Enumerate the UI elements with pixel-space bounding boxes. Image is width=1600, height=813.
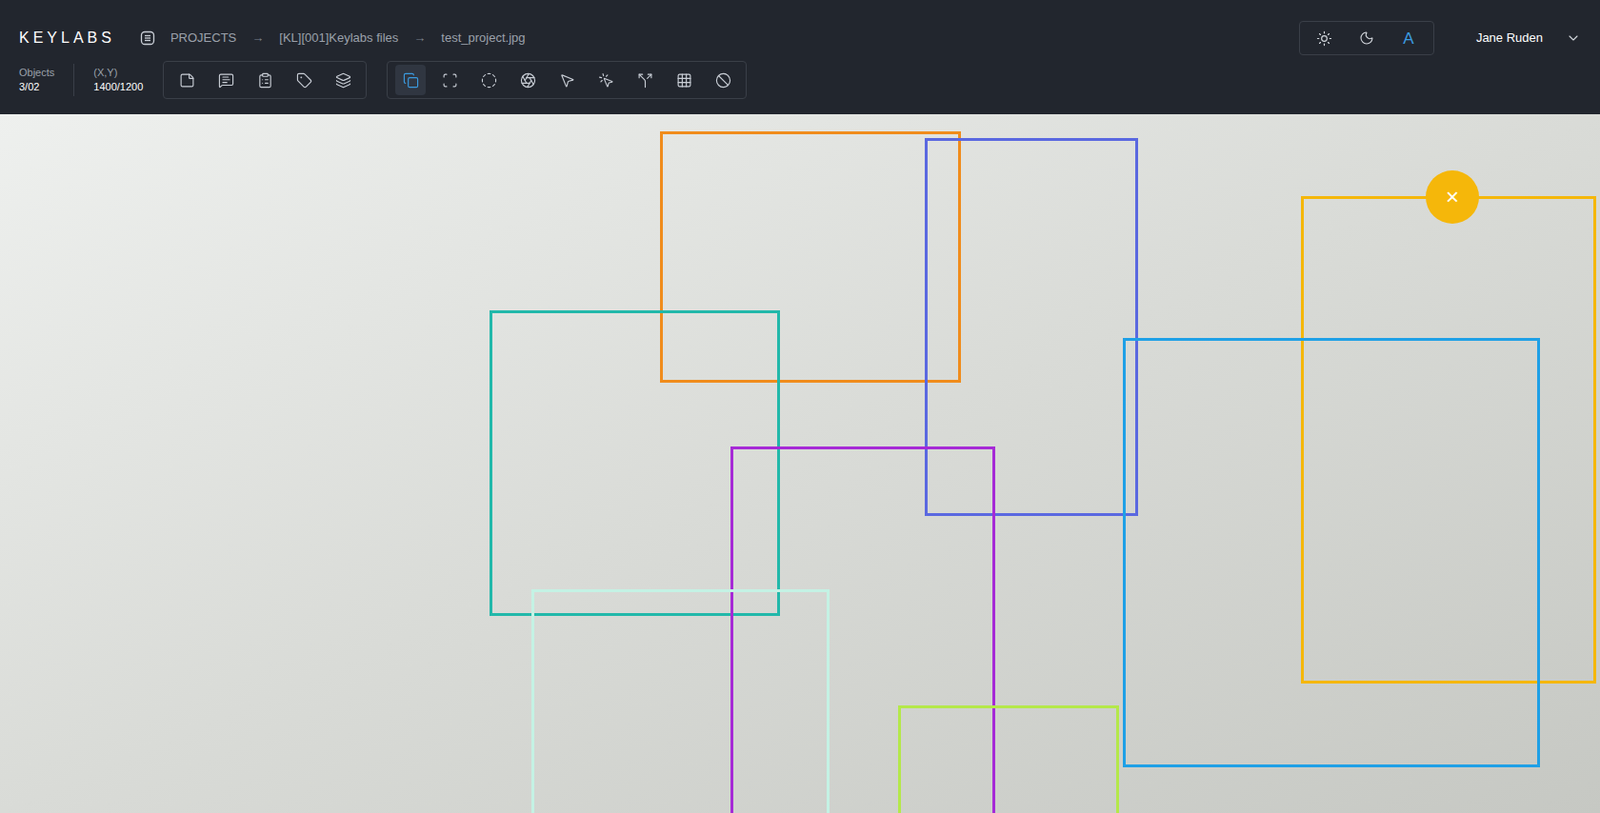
bounding-box[interactable] bbox=[489, 310, 780, 617]
projects-icon bbox=[140, 30, 156, 46]
breadcrumb-item[interactable]: [KL][001]Keylabs files bbox=[279, 28, 399, 48]
cursor-tool-button[interactable] bbox=[551, 64, 582, 96]
tag-icon bbox=[296, 72, 313, 89]
logo[interactable]: KEYLABS bbox=[19, 30, 116, 46]
bounding-box[interactable] bbox=[660, 131, 961, 383]
sun-icon bbox=[1316, 30, 1333, 47]
header-right: A Jane Ruden bbox=[1299, 20, 1581, 56]
breadcrumb: PROJECTS → [KL][001]Keylabs files → test_pro… bbox=[140, 28, 526, 48]
list-tool-button[interactable] bbox=[249, 64, 280, 96]
breadcrumb-separator: → bbox=[413, 28, 426, 48]
layers-tool-button[interactable] bbox=[327, 64, 359, 96]
note-tool-button[interactable] bbox=[171, 64, 202, 96]
split-tool-button[interactable] bbox=[629, 64, 660, 96]
breadcrumb-item[interactable]: test_project.jpg bbox=[440, 28, 525, 48]
bounding-box[interactable] bbox=[924, 138, 1139, 517]
note-icon bbox=[179, 72, 196, 89]
polygon-tool-button[interactable] bbox=[434, 64, 465, 96]
tag-tool-button[interactable] bbox=[288, 64, 320, 96]
layers-icon bbox=[335, 72, 352, 89]
theme-text-button[interactable]: A bbox=[1391, 24, 1426, 52]
grid-tool-button[interactable] bbox=[668, 64, 700, 96]
circle-icon bbox=[480, 72, 498, 89]
breadcrumb-separator: → bbox=[251, 28, 264, 48]
comment-tool-button[interactable] bbox=[210, 64, 241, 96]
breadcrumb-item[interactable]: PROJECTS bbox=[170, 28, 237, 48]
delete-box-button[interactable]: × bbox=[1425, 170, 1480, 224]
bounding-box[interactable]: × bbox=[1300, 196, 1597, 684]
box-tool-button[interactable] bbox=[395, 64, 426, 96]
stat: Objects3/02 bbox=[19, 63, 75, 97]
bounding-box[interactable] bbox=[730, 446, 996, 813]
ban-tool-button[interactable] bbox=[707, 64, 739, 96]
list-icon bbox=[257, 72, 274, 89]
toolbar-row: Objects3/02(X,Y)1400/1200 bbox=[19, 60, 1581, 100]
theme-moon-button[interactable] bbox=[1349, 24, 1384, 52]
click-tool-button[interactable] bbox=[590, 64, 621, 96]
chevron-down-icon bbox=[1565, 30, 1581, 46]
theme-sun-button[interactable] bbox=[1307, 24, 1342, 52]
grid-icon bbox=[676, 72, 693, 89]
keypoint-tool-button[interactable] bbox=[512, 64, 543, 96]
moon-icon bbox=[1359, 30, 1375, 46]
split-icon bbox=[637, 72, 654, 89]
bounding-box[interactable] bbox=[531, 589, 830, 813]
box-icon bbox=[402, 72, 420, 89]
circle-tool-button[interactable] bbox=[473, 64, 504, 96]
polygon-icon bbox=[441, 72, 459, 89]
comment-icon bbox=[218, 72, 235, 89]
header-row: KEYLABS PROJECTS → [KL][001]Keylabs files → t… bbox=[19, 0, 1581, 58]
click-icon bbox=[598, 72, 615, 89]
top-bar: KEYLABS PROJECTS → [KL][001]Keylabs files → t… bbox=[0, 0, 1600, 115]
bounding-box[interactable] bbox=[1122, 338, 1540, 768]
tool-group bbox=[386, 60, 747, 100]
tool-group bbox=[162, 60, 367, 100]
bounding-box[interactable] bbox=[898, 705, 1120, 813]
stat: (X,Y)1400/1200 bbox=[74, 67, 143, 93]
keypoint-icon bbox=[520, 72, 537, 89]
user-menu[interactable]: Jane Ruden bbox=[1476, 28, 1581, 48]
ban-icon bbox=[715, 72, 732, 89]
image-canvas[interactable]: × bbox=[0, 114, 1600, 813]
theme-switcher: A bbox=[1299, 20, 1435, 56]
annotation-app: KEYLABS PROJECTS → [KL][001]Keylabs files → t… bbox=[0, 0, 1600, 813]
cursor-icon bbox=[559, 72, 576, 89]
